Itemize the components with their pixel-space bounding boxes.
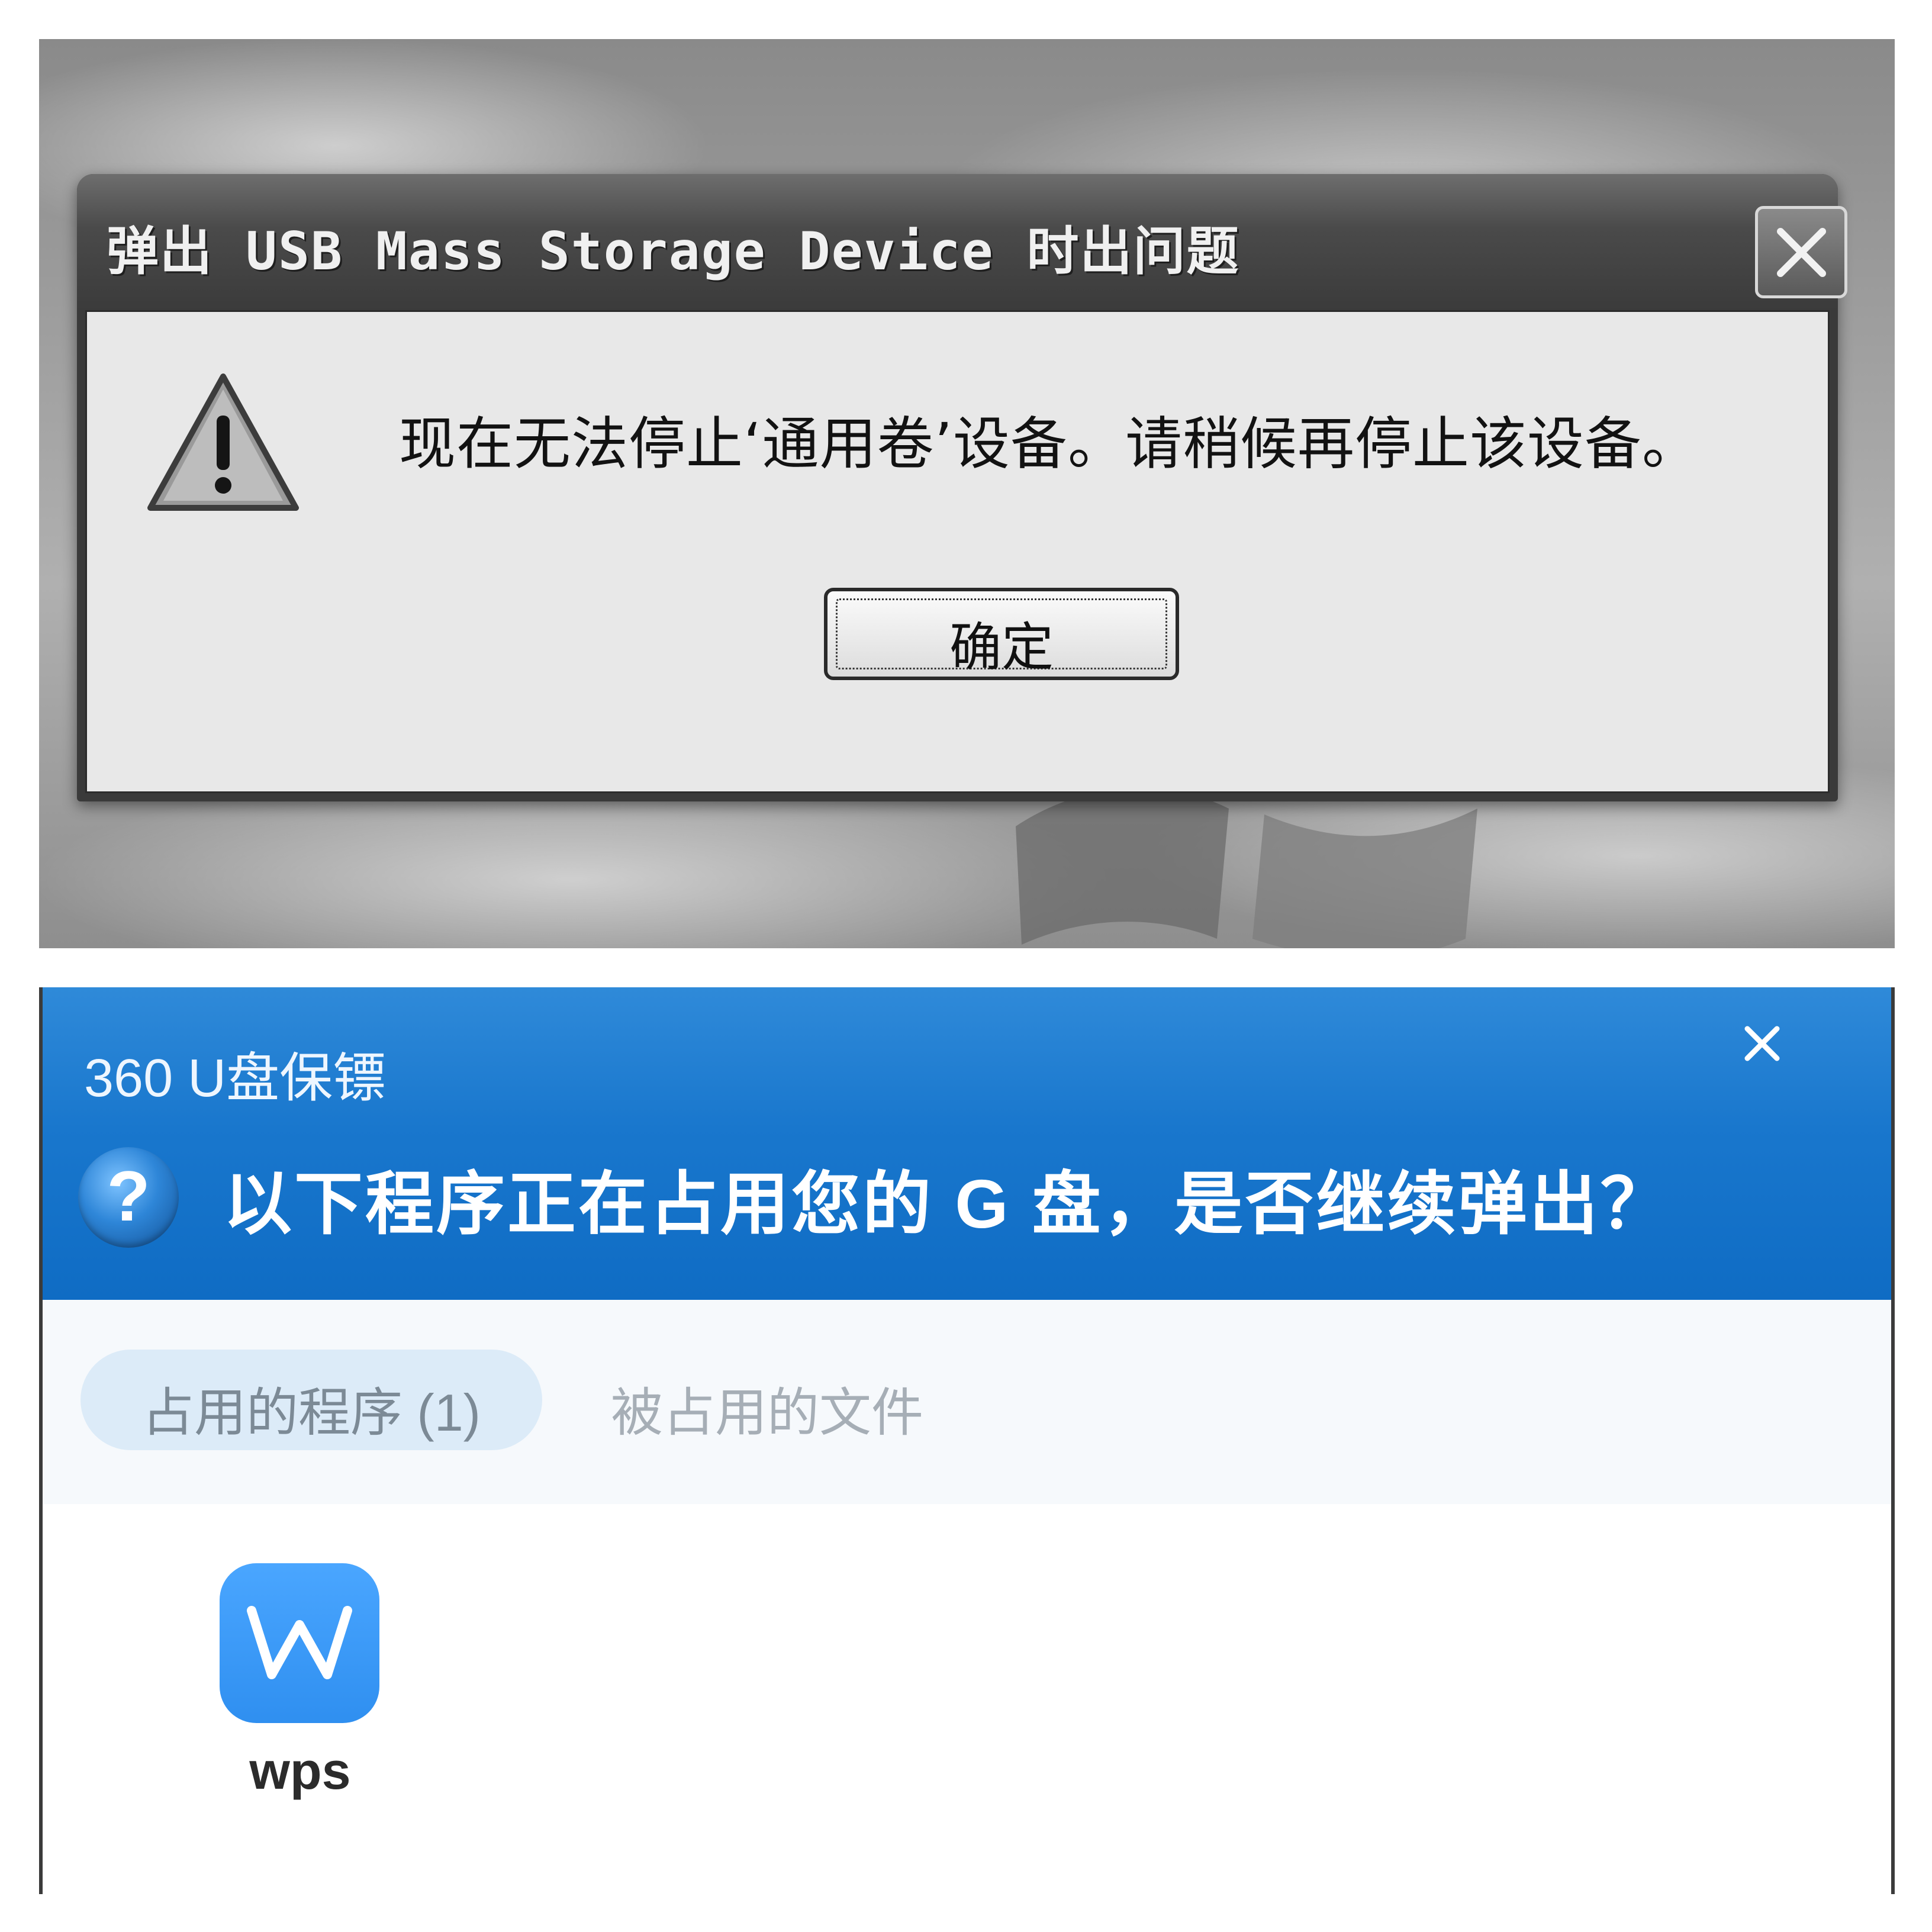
close-icon [1777,228,1826,277]
tab-label: 占用的程序 (1) [141,1383,481,1442]
usb-guard-dialog: 360 U盘保镖 ? 以下程序正在占用您的 G 盘，是否继续弹出？ 占用的程序 … [39,987,1895,1894]
desktop-background: 弹出 USB Mass Storage Device 时出问题 现在无法停止‘通… [39,39,1895,948]
eject-question: 以下程序正在占用您的 G 盘，是否继续弹出？ [223,1165,1672,1242]
program-item-wps[interactable]: wps [188,1563,413,1841]
dialog-titlebar: 弹出 USB Mass Storage Device 时出问题 [77,174,1847,310]
close-icon[interactable] [1730,1011,1795,1076]
wps-w-icon [220,1563,379,1723]
dialog-message: 现在无法停止‘通用卷’设备。请稍候再停止该设备。 [399,411,1700,477]
dialog-close-button[interactable] [1755,206,1847,298]
program-list: wps [43,1504,1891,1894]
eject-error-dialog: 弹出 USB Mass Storage Device 时出问题 现在无法停止‘通… [77,174,1847,801]
app-title: 360 U盘保镖 [84,1049,387,1108]
tab-occupying-programs[interactable]: 占用的程序 (1) [80,1350,542,1450]
program-name: wps [249,1741,351,1800]
tab-occupied-files[interactable]: 被占用的文件 [611,1371,923,1446]
warning-triangle-icon [147,373,299,511]
ok-button-label: 确定 [949,617,1054,678]
dialog-title: 弹出 USB Mass Storage Device 时出问题 [107,221,1240,282]
dialog-body: 现在无法停止‘通用卷’设备。请稍候再停止该设备。 确定 [85,310,1830,793]
ok-button[interactable]: 确定 [824,588,1179,680]
tab-bar: 占用的程序 (1) 被占用的文件 [43,1300,1891,1507]
help-question-icon: ? [78,1147,179,1248]
usb-guard-header: 360 U盘保镖 ? 以下程序正在占用您的 G 盘，是否继续弹出？ [43,987,1891,1300]
